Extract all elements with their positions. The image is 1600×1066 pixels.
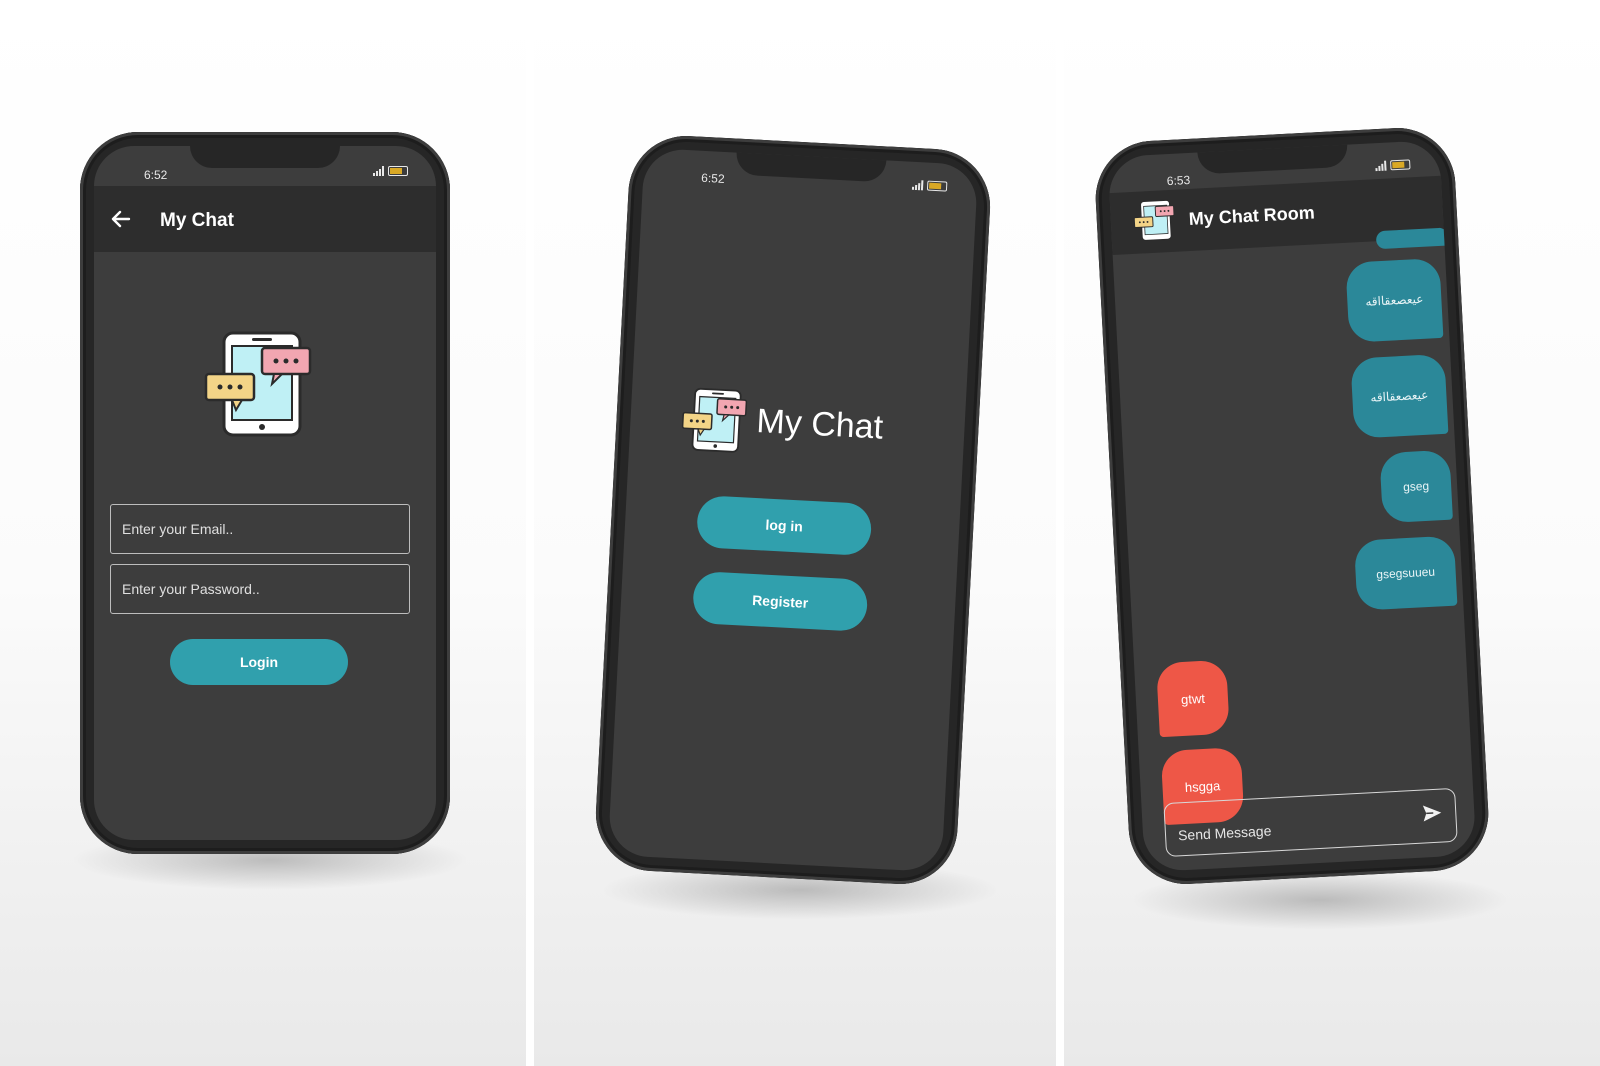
password-field[interactable]: Enter your Password..	[110, 564, 410, 614]
phone-login: 6:52 My Chat Enter your Email.. Enter yo…	[80, 132, 450, 854]
message-bubble-sent: عيعصعقااقه	[1345, 257, 1444, 343]
chat-app-logo-icon	[202, 330, 322, 440]
chat-app-logo-icon	[679, 384, 755, 458]
battery-icon	[388, 166, 408, 176]
app-title: My Chat	[755, 401, 885, 447]
message-bubble-received: gtwt	[1156, 659, 1230, 738]
log-in-button-label: log in	[765, 516, 804, 535]
signal-icon	[373, 166, 384, 176]
email-field[interactable]: Enter your Email..	[110, 504, 410, 554]
signal-icon	[911, 180, 924, 191]
chat-app-logo-icon	[1132, 198, 1180, 244]
message-list[interactable]: عيعصعقااقه عيعصعقااقه gseg gsegsuueu gtw…	[1113, 227, 1472, 826]
log-in-button[interactable]: log in	[695, 495, 873, 557]
status-icons	[911, 180, 948, 192]
chat-screen: 6:53 My Chat Room عيعصعقااقه عيعصعقااقه …	[1107, 139, 1477, 873]
arrow-left-icon[interactable]	[108, 206, 134, 232]
message-placeholder: Send Message	[1177, 822, 1272, 844]
room-title: My Chat Room	[1188, 202, 1316, 229]
send-icon[interactable]	[1421, 802, 1444, 825]
message-bubble-sent: gseg	[1379, 449, 1453, 524]
message-text: gsegsuueu	[1375, 564, 1436, 582]
message-text: gtwt	[1180, 690, 1206, 707]
battery-icon	[1390, 159, 1411, 171]
login-screen: 6:52 My Chat Enter your Email.. Enter yo…	[94, 146, 436, 840]
password-placeholder: Enter your Password..	[122, 581, 260, 597]
signal-icon	[1375, 160, 1387, 172]
message-text: عيعصعقااقه	[1365, 291, 1424, 309]
email-placeholder: Enter your Email..	[122, 521, 234, 537]
message-text: hsgga	[1184, 777, 1221, 795]
status-time: 6:52	[700, 170, 725, 186]
status-time: 6:52	[144, 168, 168, 182]
register-button[interactable]: Register	[691, 570, 869, 632]
message-bubble-sent: عيعصعقااقه	[1350, 353, 1449, 439]
app-bar: My Chat	[94, 186, 436, 252]
message-bubble-sent: gsegsuueu	[1353, 535, 1458, 611]
status-icons	[1375, 159, 1411, 172]
phone-chat-room: 6:53 My Chat Room عيعصعقااقه عيعصعقااقه …	[1092, 125, 1492, 887]
message-bubble-sent	[1375, 227, 1449, 250]
welcome-screen: 6:52 My Chat log in Register	[607, 147, 979, 873]
register-button-label: Register	[751, 591, 809, 611]
login-button[interactable]: Login	[170, 639, 348, 685]
phone-welcome: 6:52 My Chat log in Register	[592, 133, 994, 887]
status-time: 6:53	[1166, 172, 1191, 189]
battery-icon	[926, 180, 948, 192]
status-icons	[373, 166, 408, 176]
message-text: عيعصعقااقه	[1370, 387, 1429, 405]
phone-notch	[190, 146, 340, 168]
login-button-label: Login	[239, 654, 279, 670]
message-text: gseg	[1402, 478, 1430, 495]
app-title: My Chat	[160, 210, 234, 231]
